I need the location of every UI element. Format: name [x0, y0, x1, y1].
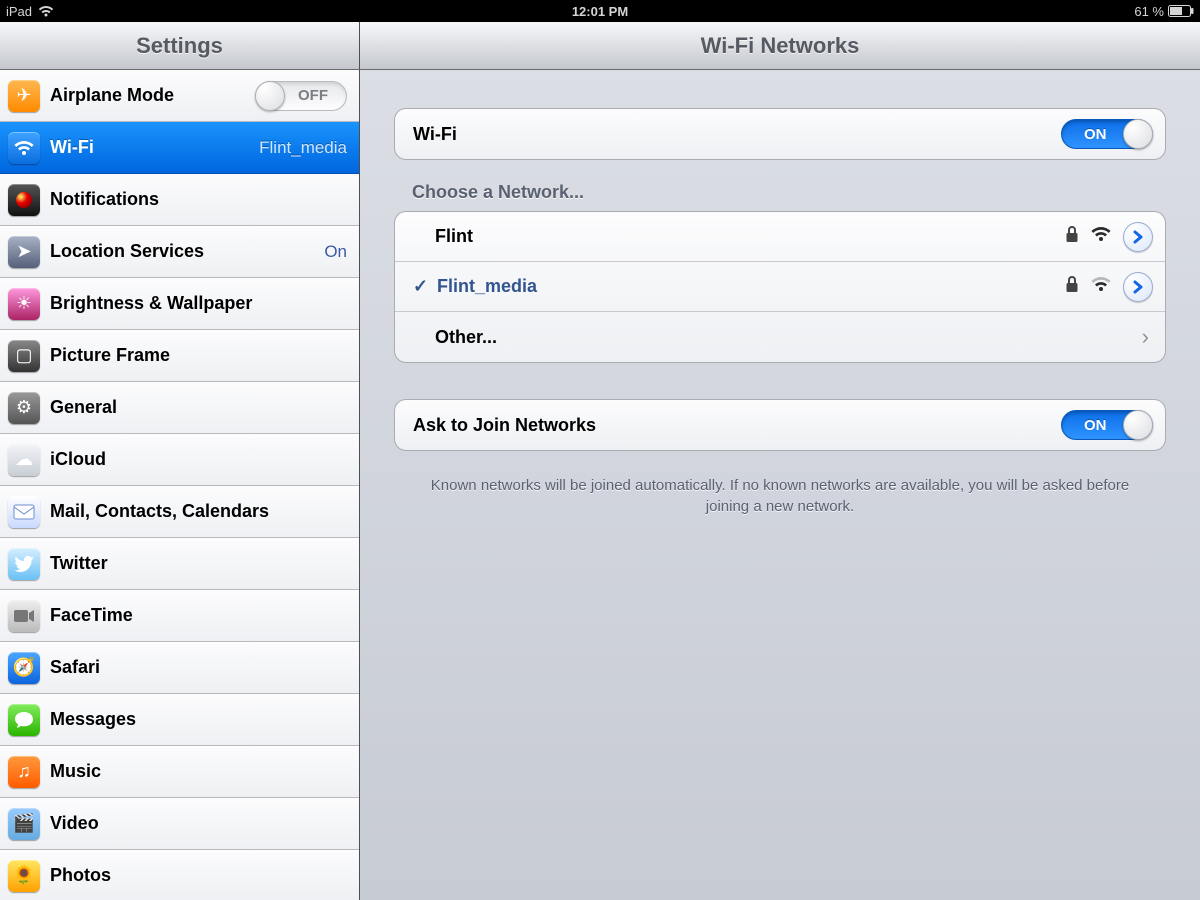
sidebar-item-facetime[interactable]: FaceTime	[0, 590, 359, 642]
toggle-knob	[1123, 119, 1153, 149]
video-icon: 🎬	[8, 808, 40, 840]
toggle-state: ON	[1084, 126, 1107, 143]
wifi-signal-icon	[1091, 226, 1111, 247]
gear-icon: ⚙	[8, 392, 40, 424]
clock: 12:01 PM	[572, 4, 628, 19]
network-name: Other...	[435, 327, 1142, 348]
toggle-state: ON	[1084, 417, 1107, 434]
sidebar-item-airplane[interactable]: ✈ Airplane Mode OFF	[0, 70, 359, 122]
wifi-master-group: Wi-Fi ON	[394, 108, 1166, 160]
airplane-toggle[interactable]: OFF	[255, 81, 347, 111]
sidebar-item-general[interactable]: ⚙ General	[0, 382, 359, 434]
wifi-toggle[interactable]: ON	[1061, 119, 1153, 149]
facetime-icon	[8, 600, 40, 632]
sidebar-item-label: General	[50, 397, 347, 418]
mail-icon	[8, 496, 40, 528]
twitter-icon	[8, 548, 40, 580]
sidebar-item-label: Music	[50, 761, 347, 782]
sidebar-item-mail[interactable]: Mail, Contacts, Calendars	[0, 486, 359, 538]
pictureframe-icon: ▢	[8, 340, 40, 372]
sidebar-item-icloud[interactable]: ☁ iCloud	[0, 434, 359, 486]
icloud-icon: ☁	[8, 444, 40, 476]
network-row-flint[interactable]: Flint	[395, 212, 1165, 262]
toggle-knob	[1123, 410, 1153, 440]
sidebar-item-label: Video	[50, 813, 347, 834]
detail-disclosure-button[interactable]	[1123, 272, 1153, 302]
sidebar-item-value: On	[324, 242, 347, 262]
airplane-icon: ✈	[8, 80, 40, 112]
network-name: Flint	[435, 226, 1065, 247]
detail-pane: Wi-Fi ON Choose a Network... Flint	[360, 70, 1200, 900]
wifi-signal-icon	[1091, 276, 1111, 297]
sidebar-item-value: Flint_media	[259, 138, 347, 158]
sidebar-item-label: iCloud	[50, 449, 347, 470]
sidebar-title: Settings	[0, 22, 360, 70]
location-icon: ➤	[8, 236, 40, 268]
sidebar-item-label: Photos	[50, 865, 347, 886]
sidebar-item-label: Airplane Mode	[50, 85, 245, 106]
sidebar-item-label: Notifications	[50, 189, 347, 210]
brightness-icon: ☀	[8, 288, 40, 320]
sidebar-item-wifi[interactable]: Wi-Fi Flint_media	[0, 122, 359, 174]
battery-percent: 61 %	[1134, 4, 1164, 19]
sidebar-item-label: Mail, Contacts, Calendars	[50, 501, 347, 522]
wifi-status-icon	[38, 5, 54, 17]
network-row-other[interactable]: Other... ›	[395, 312, 1165, 362]
cell-label: Ask to Join Networks	[413, 415, 1061, 436]
cell-label: Wi-Fi	[413, 124, 1061, 145]
footer-note: Known networks will be joined automatica…	[394, 467, 1166, 517]
sidebar-item-label: Safari	[50, 657, 347, 678]
toggle-knob	[255, 81, 285, 111]
battery-icon	[1168, 5, 1194, 17]
network-row-flint-media[interactable]: ✓ Flint_media	[395, 262, 1165, 312]
sidebar-item-twitter[interactable]: Twitter	[0, 538, 359, 590]
messages-icon	[8, 704, 40, 736]
sidebar-item-label: FaceTime	[50, 605, 347, 626]
sidebar-item-label: Location Services	[50, 241, 314, 262]
settings-sidebar: ✈ Airplane Mode OFF Wi-Fi Flint_media No…	[0, 70, 360, 900]
sidebar-item-label: Wi-Fi	[50, 137, 249, 158]
detail-disclosure-button[interactable]	[1123, 222, 1153, 252]
page-title: Wi-Fi Networks	[360, 22, 1200, 70]
music-icon: ♫	[8, 756, 40, 788]
sidebar-item-music[interactable]: ♫ Music	[0, 746, 359, 798]
sidebar-item-label: Messages	[50, 709, 347, 730]
wifi-icon	[8, 132, 40, 164]
photos-icon: 🌻	[8, 860, 40, 892]
device-name: iPad	[6, 4, 32, 19]
ask-to-join-toggle[interactable]: ON	[1061, 410, 1153, 440]
sidebar-item-video[interactable]: 🎬 Video	[0, 798, 359, 850]
toggle-state: OFF	[298, 87, 328, 104]
chevron-right-icon: ›	[1142, 324, 1153, 350]
lock-icon	[1065, 225, 1079, 248]
networks-group: Flint ✓ Flint_media	[394, 211, 1166, 363]
safari-icon: 🧭	[8, 652, 40, 684]
checkmark-icon: ✓	[413, 276, 433, 297]
sidebar-item-pictureframe[interactable]: ▢ Picture Frame	[0, 330, 359, 382]
choose-network-header: Choose a Network...	[412, 182, 1166, 203]
sidebar-item-location[interactable]: ➤ Location Services On	[0, 226, 359, 278]
sidebar-item-photos[interactable]: 🌻 Photos	[0, 850, 359, 900]
ask-join-group: Ask to Join Networks ON	[394, 399, 1166, 451]
sidebar-item-notifications[interactable]: Notifications	[0, 174, 359, 226]
ask-to-join-row[interactable]: Ask to Join Networks ON	[395, 400, 1165, 450]
sidebar-item-label: Brightness & Wallpaper	[50, 293, 347, 314]
status-bar: iPad 12:01 PM 61 %	[0, 0, 1200, 22]
sidebar-item-safari[interactable]: 🧭 Safari	[0, 642, 359, 694]
wifi-master-switch-row[interactable]: Wi-Fi ON	[395, 109, 1165, 159]
sidebar-item-label: Twitter	[50, 553, 347, 574]
network-name: Flint_media	[437, 276, 1065, 297]
sidebar-item-label: Picture Frame	[50, 345, 347, 366]
sidebar-item-brightness[interactable]: ☀ Brightness & Wallpaper	[0, 278, 359, 330]
sidebar-item-messages[interactable]: Messages	[0, 694, 359, 746]
lock-icon	[1065, 275, 1079, 298]
notifications-icon	[8, 184, 40, 216]
